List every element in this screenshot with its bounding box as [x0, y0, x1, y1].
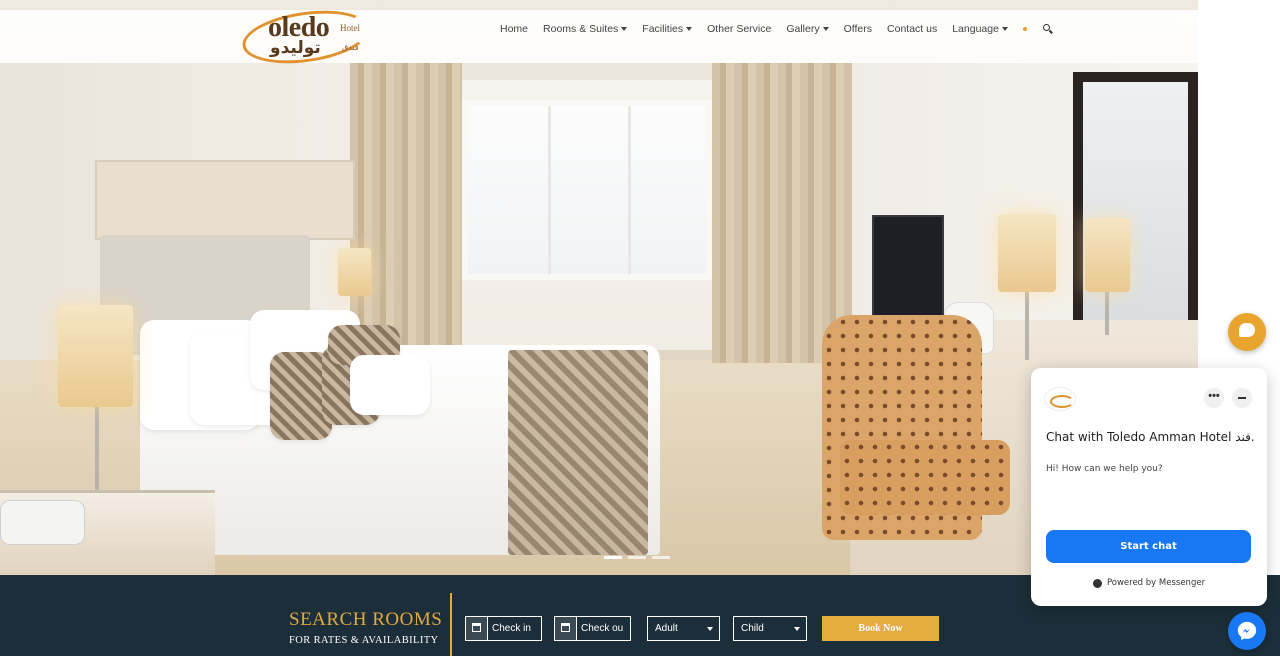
hero-lamp: [338, 248, 371, 296]
adult-select-value: Adult: [655, 623, 678, 634]
nav-separator-dot: [1022, 27, 1027, 31]
minimize-button[interactable]: [1232, 388, 1252, 408]
nav-other-service[interactable]: Other Service: [707, 23, 771, 35]
main-nav: Home Rooms & Suites Facilities Other Ser…: [500, 23, 1053, 35]
fullscreen-icon[interactable]: [1175, 17, 1192, 34]
start-chat-button[interactable]: Start chat: [1046, 530, 1251, 563]
caret-down-icon: [686, 27, 693, 31]
logo-arabic: توليدو: [270, 38, 321, 58]
caret-down-icon: [707, 627, 713, 631]
hero-lamp: [58, 305, 133, 407]
chat-bubble-icon: [1239, 323, 1255, 337]
adult-select[interactable]: Adult: [647, 616, 720, 641]
calendar-icon: [466, 617, 488, 640]
child-select-value: Child: [741, 623, 764, 634]
hero-sheer-curtain: [462, 80, 712, 350]
messenger-chat-panel: ••• Chat with Toledo Amman Hotel فند... …: [1031, 368, 1267, 606]
hero-phone: [0, 500, 85, 545]
check-in-field[interactable]: Check in: [465, 616, 542, 641]
search-rooms-subtitle: FOR RATES & AVAILABILITY: [289, 635, 439, 646]
nav-label: Other Service: [707, 23, 772, 35]
nav-gallery[interactable]: Gallery: [786, 23, 829, 35]
toledo-logo[interactable]: oledo Hotel توليدو فندق: [239, 3, 375, 71]
slider-indicators: [604, 556, 670, 559]
child-select[interactable]: Child: [733, 616, 807, 641]
caret-down-icon: [1001, 27, 1008, 31]
nav-label: Contact us: [887, 23, 938, 35]
check-out-field[interactable]: Check ou: [554, 616, 631, 641]
hero-bed-runner: [508, 350, 648, 555]
nav-contact-us[interactable]: Contact us: [887, 23, 937, 35]
hero-lamp: [1105, 290, 1109, 335]
check-out-placeholder: Check ou: [581, 623, 624, 634]
chat-launcher-button[interactable]: [1228, 313, 1266, 351]
nav-home[interactable]: Home: [500, 23, 528, 35]
site-header: oledo Hotel توليدو فندق Home Rooms & Sui…: [0, 3, 1198, 71]
powered-by-messenger: Powered by Messenger: [1031, 578, 1267, 588]
messenger-icon: [1237, 621, 1257, 641]
slider-dot[interactable]: [604, 556, 622, 559]
logo-arabic-small: فندق: [342, 43, 359, 52]
nav-rooms-suites[interactable]: Rooms & Suites: [543, 23, 628, 35]
slider-dot[interactable]: [628, 556, 646, 559]
hero-lamp: [95, 400, 99, 495]
messenger-icon: [1092, 578, 1102, 588]
search-icon[interactable]: [1042, 24, 1053, 34]
hero-lamp: [998, 214, 1056, 292]
hero-curtain: [712, 63, 852, 363]
page: oledo Hotel توليدو فندق Home Rooms & Sui…: [0, 0, 1280, 656]
caret-down-icon: [822, 27, 829, 31]
nav-label: Offers: [843, 23, 873, 35]
hero-tv: [872, 215, 944, 319]
nav-language[interactable]: Language: [952, 23, 1008, 35]
hero-curtain: [350, 63, 462, 363]
slider-dot[interactable]: [652, 556, 670, 559]
check-in-placeholder: Check in: [492, 623, 531, 634]
hero-lamp: [1085, 218, 1130, 292]
more-options-button[interactable]: •••: [1204, 388, 1224, 408]
messenger-button[interactable]: [1228, 612, 1266, 650]
chat-greeting: Hi! How can we help you?: [1046, 464, 1163, 474]
hero-slider: [0, 0, 1198, 575]
nav-label: Language: [952, 23, 999, 35]
book-now-button[interactable]: Book Now: [822, 616, 939, 641]
hero-headboard: [95, 160, 355, 240]
nav-offers[interactable]: Offers: [844, 23, 872, 35]
chat-title: Chat with Toledo Amman Hotel فند...: [1046, 430, 1256, 444]
nav-label: Home: [500, 23, 529, 35]
logo-hotel: Hotel: [340, 23, 360, 33]
hero-lamp: [1025, 290, 1029, 360]
caret-down-icon: [794, 627, 800, 631]
calendar-icon: [555, 617, 577, 640]
nav-facilities[interactable]: Facilities: [642, 23, 693, 35]
booking-divider: [450, 593, 452, 656]
nav-label: Facilities: [642, 23, 684, 35]
search-rooms-title: SEARCH ROOMS: [289, 609, 443, 630]
powered-label: Powered by Messenger: [1106, 578, 1206, 588]
nav-label: Gallery: [786, 23, 820, 35]
nav-label: Rooms & Suites: [543, 23, 619, 35]
chat-avatar: [1044, 387, 1076, 411]
hero-pillow: [350, 355, 430, 415]
hero-chair-seat: [840, 440, 1010, 515]
hero-mirror: [1073, 72, 1198, 342]
caret-down-icon: [621, 27, 628, 31]
